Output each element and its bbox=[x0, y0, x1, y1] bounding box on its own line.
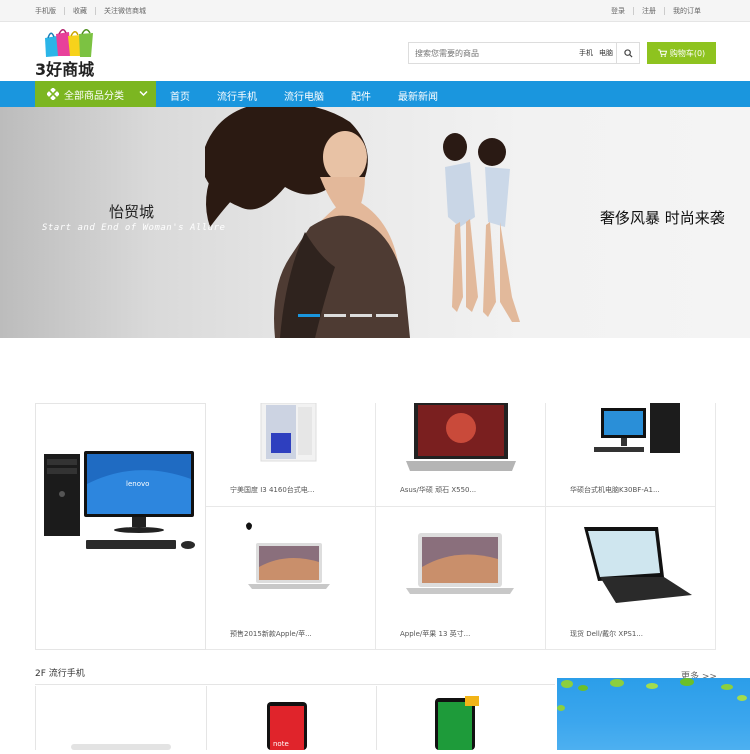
login-link[interactable]: 登录 bbox=[611, 6, 625, 16]
wechat-follow-link[interactable]: 关注微信商城 bbox=[104, 6, 146, 16]
green-phone-image bbox=[435, 696, 479, 750]
product-card[interactable]: 预售2015新款Apple/苹... bbox=[206, 507, 376, 650]
product-name[interactable]: Asus/华硕 顽石 X550... bbox=[400, 485, 476, 495]
main-nav: 全部商品分类 首页 流行手机 流行电脑 配件 最新新闻 bbox=[0, 81, 750, 107]
chevron-down-icon bbox=[139, 90, 148, 97]
my-orders-link[interactable]: 我的订单 bbox=[673, 6, 701, 16]
divider bbox=[95, 7, 96, 15]
product-name[interactable]: 华硕台式机电脑K30BF-A1... bbox=[570, 485, 660, 495]
product-card[interactable]: 华硕台式机电脑K30BF-A1... bbox=[546, 403, 716, 507]
all-categories-menu[interactable]: 全部商品分类 bbox=[35, 81, 156, 107]
side-ad-banner[interactable] bbox=[557, 678, 750, 750]
site-header: 3好商城 手机 电脑 购物车(0) bbox=[0, 22, 750, 80]
hot-keyword-phone[interactable]: 手机 bbox=[579, 48, 593, 58]
product-card[interactable] bbox=[35, 686, 205, 750]
leaf-decoration-image bbox=[557, 678, 747, 711]
grid-diamond-icon bbox=[47, 88, 59, 100]
site-logo[interactable]: 3好商城 bbox=[35, 24, 115, 79]
dell-xps-image bbox=[584, 527, 692, 603]
mobile-version-link[interactable]: 手机版 bbox=[35, 6, 56, 16]
divider bbox=[633, 7, 634, 15]
banner-title: 怡贸城 bbox=[109, 203, 155, 221]
cart-icon bbox=[657, 49, 667, 57]
logo-text: 3好商城 bbox=[35, 60, 95, 79]
phone-image bbox=[71, 744, 171, 750]
nav-item-home[interactable]: 首页 bbox=[170, 88, 190, 103]
desktop-pc-image: lenovo bbox=[44, 451, 195, 549]
macbook-air-image bbox=[406, 533, 514, 594]
macbook-image bbox=[246, 522, 330, 589]
slide-dot[interactable] bbox=[350, 314, 372, 317]
hero-banner[interactable]: 怡贸城 Start and End of Woman's Allure 奢侈风暴… bbox=[0, 107, 750, 338]
search-button[interactable] bbox=[616, 43, 639, 63]
banner-subtitle: Start and End of Woman's Allure bbox=[42, 223, 226, 233]
hot-keyword-computer[interactable]: 电脑 bbox=[599, 48, 613, 58]
laptop-image bbox=[406, 403, 516, 471]
redmi-note-image: note bbox=[267, 702, 307, 750]
register-link[interactable]: 注册 bbox=[642, 6, 656, 16]
svg-text:lenovo: lenovo bbox=[126, 480, 149, 488]
search-input[interactable] bbox=[415, 46, 565, 60]
divider bbox=[64, 7, 65, 15]
divider bbox=[35, 684, 555, 685]
desktop-set-image bbox=[594, 403, 680, 453]
product-card[interactable]: 现货 Dell/戴尔 XPS1... bbox=[546, 507, 716, 650]
slide-dot[interactable] bbox=[376, 314, 398, 317]
nav-item-phones[interactable]: 流行手机 bbox=[217, 88, 257, 103]
product-card[interactable]: 宁美国度 I3 4160台式电... bbox=[206, 402, 376, 507]
floor-title: 2F 流行手机 bbox=[35, 669, 85, 679]
all-categories-label: 全部商品分类 bbox=[64, 90, 124, 102]
favorite-link[interactable]: 收藏 bbox=[73, 6, 87, 16]
top-bar: 手机版 收藏 关注微信商城 登录 注册 我的订单 bbox=[0, 0, 750, 22]
featured-product-lenovo[interactable]: lenovo bbox=[35, 403, 206, 650]
floor-computers: lenovo 宁美国度 I3 4160台式电... Asus/华硕 顽石 X55… bbox=[35, 402, 716, 650]
nav-item-news[interactable]: 最新新闻 bbox=[398, 88, 438, 103]
product-card[interactable] bbox=[376, 686, 546, 750]
search-box: 手机 电脑 bbox=[408, 42, 640, 64]
cart-label: 购物车(0) bbox=[669, 48, 706, 58]
slide-dot[interactable] bbox=[324, 314, 346, 317]
divider bbox=[664, 7, 665, 15]
nav-item-computers[interactable]: 流行电脑 bbox=[284, 88, 324, 103]
slide-dot[interactable] bbox=[298, 314, 320, 317]
product-name[interactable]: 宁美国度 I3 4160台式电... bbox=[230, 485, 314, 495]
banner-slogan: 奢侈风暴 时尚来袭 bbox=[600, 209, 725, 227]
shopping-bags-logo-icon bbox=[45, 29, 93, 57]
desktop-tower-image bbox=[260, 402, 317, 462]
product-name[interactable]: 预售2015新款Apple/苹... bbox=[230, 629, 312, 639]
nav-item-accessories[interactable]: 配件 bbox=[351, 88, 371, 103]
product-name[interactable]: 现货 Dell/戴尔 XPS1... bbox=[570, 629, 643, 639]
svg-text:note: note bbox=[273, 740, 289, 748]
product-card[interactable]: note bbox=[206, 686, 376, 750]
cart-button[interactable]: 购物车(0) bbox=[647, 42, 716, 64]
search-icon bbox=[623, 48, 633, 58]
product-card[interactable]: Asus/华硕 顽石 X550... bbox=[376, 403, 546, 507]
product-name[interactable]: Apple/苹果 13 英寸... bbox=[400, 629, 470, 639]
slide-indicators bbox=[298, 314, 402, 317]
product-card[interactable]: Apple/苹果 13 英寸... bbox=[376, 507, 546, 650]
